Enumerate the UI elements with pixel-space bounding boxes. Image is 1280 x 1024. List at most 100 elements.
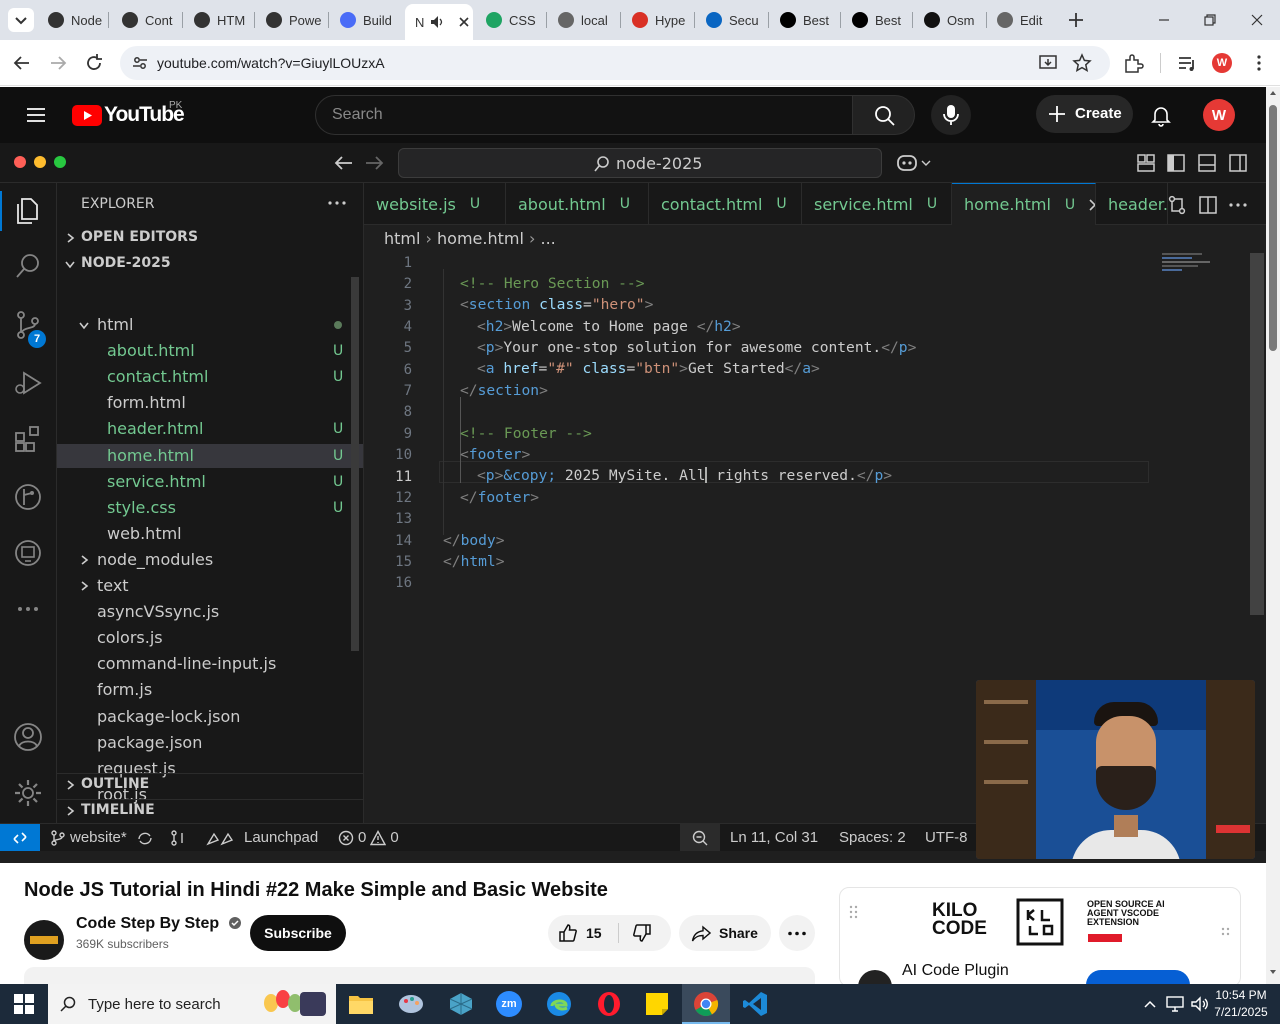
youtube-search-button[interactable] bbox=[852, 95, 915, 135]
minimize-button[interactable] bbox=[1152, 8, 1176, 32]
browser-tab[interactable]: Cont bbox=[112, 6, 180, 34]
zoom-app[interactable]: zm bbox=[496, 991, 522, 1017]
bookmark-star-icon[interactable] bbox=[1072, 53, 1092, 73]
editor-tab[interactable]: contact.html U bbox=[649, 183, 802, 225]
tree-file[interactable]: package-lock.json bbox=[57, 705, 363, 729]
browser-tab[interactable]: Hype bbox=[622, 6, 692, 34]
editor-tab[interactable]: service.html U bbox=[802, 183, 952, 225]
tree-folder[interactable]: html bbox=[57, 313, 363, 337]
tree-file[interactable]: form.js bbox=[57, 678, 363, 702]
editor-tab[interactable]: home.html U bbox=[952, 183, 1096, 225]
breadcrumb-item[interactable]: ... bbox=[541, 229, 556, 248]
explorer-icon[interactable] bbox=[12, 195, 44, 227]
toggle-panel-icon[interactable] bbox=[1197, 153, 1217, 173]
encoding[interactable]: UTF-8 bbox=[925, 829, 968, 846]
restore-button[interactable] bbox=[1198, 8, 1222, 32]
share-button[interactable]: Share bbox=[679, 915, 771, 951]
scroll-thumb[interactable] bbox=[1269, 105, 1277, 351]
branch-icon[interactable] bbox=[50, 830, 66, 846]
close-tab-icon[interactable] bbox=[456, 14, 472, 30]
mac-close-dot[interactable] bbox=[14, 156, 26, 168]
channel-name[interactable]: Code Step By Step bbox=[76, 915, 242, 933]
browser-tab[interactable]: Osm bbox=[914, 6, 984, 34]
launchpad-icon[interactable] bbox=[206, 830, 240, 846]
mac-zoom-dot[interactable] bbox=[54, 156, 66, 168]
browser-tab[interactable]: N bbox=[405, 4, 473, 40]
zoom-indicator[interactable] bbox=[680, 824, 720, 851]
copilot-icon[interactable] bbox=[896, 152, 934, 174]
scroll-up-icon[interactable] bbox=[1269, 89, 1277, 97]
page-scrollbar[interactable] bbox=[1266, 87, 1280, 984]
remote-indicator[interactable] bbox=[0, 824, 40, 851]
kebab-menu-icon[interactable] bbox=[1250, 52, 1268, 74]
ellipsis-icon[interactable] bbox=[327, 199, 347, 207]
remote-explorer-icon[interactable] bbox=[12, 537, 44, 569]
opera-app[interactable] bbox=[596, 991, 622, 1017]
gear-icon[interactable] bbox=[12, 777, 44, 809]
browser-tab[interactable]: Node bbox=[38, 6, 106, 34]
outline-section[interactable]: OUTLINE bbox=[57, 773, 363, 795]
tree-file[interactable]: form.html bbox=[57, 391, 363, 415]
profile-avatar[interactable]: W bbox=[1212, 53, 1232, 73]
channel-avatar[interactable] bbox=[24, 920, 64, 960]
git-pr-icon[interactable] bbox=[170, 830, 188, 846]
tree-folder[interactable]: text bbox=[57, 574, 363, 598]
browser-tab[interactable]: CSS bbox=[476, 6, 544, 34]
minimap[interactable] bbox=[1162, 253, 1214, 279]
extensions-icon[interactable] bbox=[12, 423, 44, 455]
compare-changes-icon[interactable] bbox=[1167, 195, 1187, 215]
tree-file[interactable]: header.html U bbox=[57, 417, 363, 441]
taskbar-app-paint[interactable] bbox=[398, 992, 424, 1016]
arrow-right-icon[interactable] bbox=[364, 153, 386, 173]
new-tab-button[interactable] bbox=[1064, 8, 1088, 32]
browser-tab[interactable]: Best bbox=[842, 6, 910, 34]
volume-icon[interactable] bbox=[1190, 996, 1210, 1012]
editor-tab[interactable]: header. bbox=[1096, 183, 1168, 225]
tree-file[interactable]: style.css U bbox=[57, 496, 363, 520]
breadcrumb-item[interactable]: html bbox=[384, 229, 420, 248]
browser-tab[interactable]: Secu bbox=[696, 6, 766, 34]
start-button[interactable] bbox=[0, 984, 48, 1024]
chevron-up-icon[interactable] bbox=[1143, 998, 1157, 1010]
more-views-icon[interactable] bbox=[12, 593, 44, 625]
tab-audio-icon[interactable] bbox=[430, 15, 446, 29]
site-info-icon[interactable] bbox=[132, 55, 148, 71]
account-icon[interactable] bbox=[12, 721, 44, 753]
open-editors-section[interactable]: OPEN EDITORS bbox=[57, 227, 363, 249]
tree-file[interactable]: web.html bbox=[57, 522, 363, 546]
toggle-sidebar-icon[interactable] bbox=[1166, 153, 1186, 173]
close-tab-icon[interactable] bbox=[1087, 197, 1095, 213]
edge-app[interactable] bbox=[546, 991, 572, 1017]
taskbar-search[interactable]: Type here to search bbox=[48, 984, 336, 1024]
tree-file[interactable]: service.html U bbox=[57, 470, 363, 494]
editor-tab[interactable]: about.html U bbox=[506, 183, 649, 225]
browser-tab[interactable]: Edit bbox=[987, 6, 1057, 34]
tree-file[interactable]: asyncVSsync.js bbox=[57, 600, 363, 624]
cursor-position[interactable]: Ln 11, Col 31 bbox=[730, 829, 818, 846]
forward-button[interactable] bbox=[46, 51, 70, 75]
reload-button[interactable] bbox=[82, 51, 106, 75]
tab-search-button[interactable] bbox=[8, 8, 34, 32]
file-explorer-app[interactable] bbox=[348, 992, 374, 1016]
like-button[interactable]: 15 bbox=[548, 915, 618, 951]
voice-search-button[interactable] bbox=[931, 95, 971, 135]
back-button[interactable] bbox=[10, 51, 34, 75]
breadcrumb-item[interactable]: home.html bbox=[437, 229, 524, 248]
vscode-command-center[interactable]: node-2025 bbox=[398, 148, 882, 178]
customize-layout-icon[interactable] bbox=[1136, 153, 1156, 173]
search-icon[interactable] bbox=[12, 251, 44, 283]
scroll-down-icon[interactable] bbox=[1269, 968, 1277, 976]
subscribe-button[interactable]: Subscribe bbox=[250, 915, 346, 951]
branch-name[interactable]: website* bbox=[70, 829, 127, 846]
browser-tab[interactable]: Build bbox=[330, 6, 400, 34]
create-button[interactable]: Create bbox=[1036, 95, 1133, 133]
browser-tab[interactable]: HTM bbox=[184, 6, 252, 34]
extensions-icon[interactable] bbox=[1122, 52, 1144, 74]
sync-icon[interactable] bbox=[136, 830, 154, 846]
run-debug-icon[interactable] bbox=[12, 367, 44, 399]
editor-scrollbar[interactable] bbox=[1250, 253, 1264, 615]
mac-minimize-dot[interactable] bbox=[34, 156, 46, 168]
tree-folder[interactable]: node_modules bbox=[57, 548, 363, 572]
omnibox[interactable]: youtube.com/watch?v=GiuylLOUzxA bbox=[120, 46, 1110, 80]
sidebar-scrollbar[interactable] bbox=[351, 277, 359, 651]
